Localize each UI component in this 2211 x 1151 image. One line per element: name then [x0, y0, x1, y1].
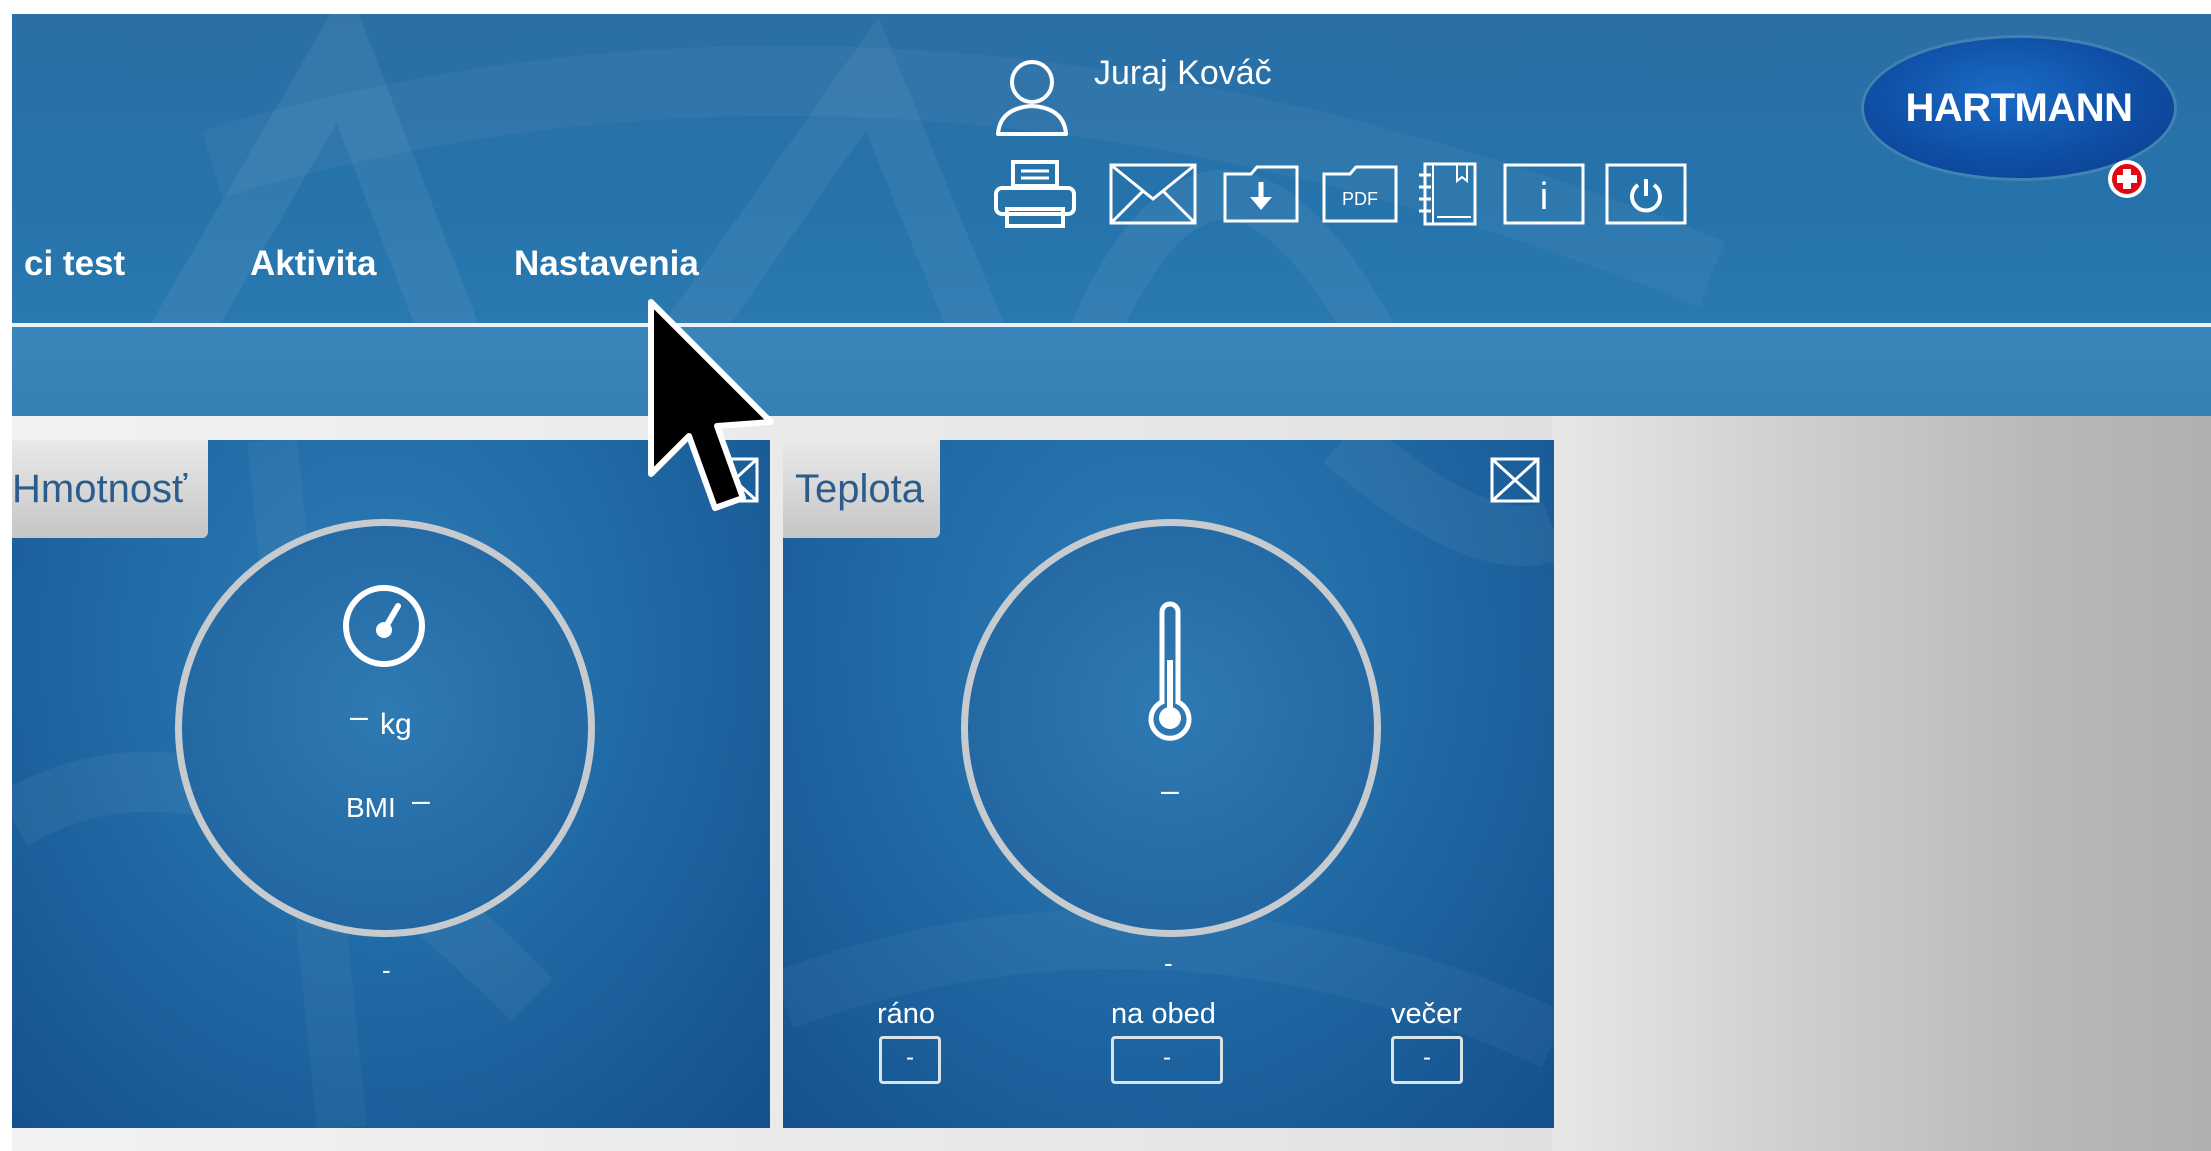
- logo-cross-icon: [2104, 156, 2150, 202]
- temperature-value: –: [1161, 772, 1179, 808]
- svg-text:PDF: PDF: [1342, 189, 1378, 209]
- slot-evening-value[interactable]: -: [1391, 1036, 1463, 1084]
- mail-icon[interactable]: [1108, 149, 1198, 239]
- scale-gauge-icon: [340, 582, 428, 670]
- weight-unit: kg: [380, 708, 412, 741]
- slot-morning-value[interactable]: -: [879, 1036, 941, 1084]
- temperature-close-icon[interactable]: [1490, 457, 1540, 503]
- power-icon[interactable]: [1605, 149, 1687, 239]
- weight-value: –: [350, 698, 368, 734]
- slot-morning-label: ráno: [877, 998, 936, 1030]
- app-window: Juraj Kováč PDF i HARTMANN ci test Aktiv…: [0, 0, 2211, 1151]
- temperature-panel: Teplota – - ráno - na obed - večer -: [783, 440, 1554, 1128]
- slot-evening-label: večer: [1391, 998, 1462, 1030]
- temperature-footer-value: -: [1164, 948, 1173, 978]
- pdf-icon[interactable]: PDF: [1322, 149, 1398, 239]
- weight-panel-title: Hmotnosť: [12, 440, 208, 538]
- weight-panel: Hmotnosť – kg BMI – -: [12, 440, 770, 1128]
- weight-close-icon[interactable]: [709, 457, 759, 503]
- hartmann-logo[interactable]: HARTMANN: [1854, 28, 2181, 198]
- nav-item-test[interactable]: ci test: [24, 244, 125, 284]
- bmi-value: –: [412, 782, 430, 818]
- nav-item-nastavenia[interactable]: Nastavenia: [514, 244, 699, 284]
- info-icon[interactable]: i: [1503, 149, 1585, 239]
- svg-text:i: i: [1540, 176, 1548, 218]
- nav-item-aktivita[interactable]: Aktivita: [250, 244, 376, 284]
- content-empty-area: [1552, 416, 2211, 1151]
- notebook-icon[interactable]: [1415, 149, 1481, 239]
- user-icon[interactable]: [992, 52, 1072, 138]
- user-name[interactable]: Juraj Kováč: [1094, 54, 1272, 93]
- slot-noon-value[interactable]: -: [1111, 1036, 1223, 1084]
- print-icon[interactable]: [992, 149, 1078, 239]
- weight-footer-value: -: [382, 955, 391, 985]
- logo-text: HARTMANN: [1905, 86, 2133, 130]
- temperature-panel-title: Teplota: [783, 440, 940, 538]
- download-icon[interactable]: [1223, 149, 1299, 239]
- bmi-label: BMI: [346, 792, 396, 823]
- slot-noon-label: na obed: [1111, 998, 1216, 1030]
- thermometer-icon: [1147, 598, 1193, 746]
- sub-bar: [12, 327, 2211, 416]
